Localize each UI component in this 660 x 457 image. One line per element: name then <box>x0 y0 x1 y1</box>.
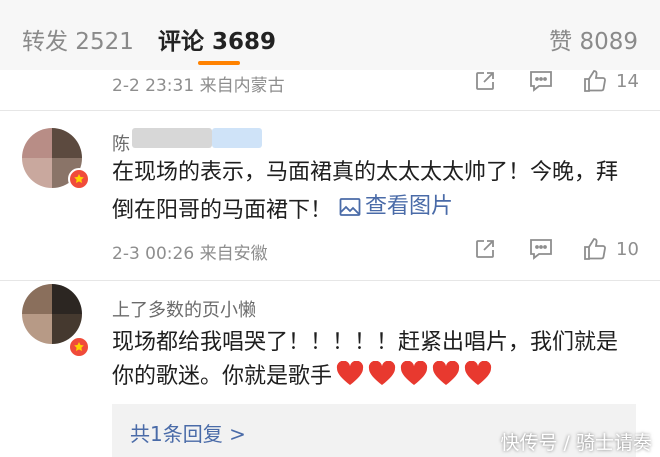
share-button[interactable] <box>473 235 497 263</box>
comment-button[interactable] <box>528 235 554 263</box>
view-image-link[interactable]: 查看图片 <box>339 190 453 224</box>
heart-emoji <box>368 360 396 398</box>
like-button[interactable]: 10 <box>582 235 639 263</box>
comment-time-location: 2-2 23:31 来自内蒙古 <box>112 76 285 96</box>
like-icon <box>584 238 606 260</box>
view-replies-link[interactable]: 共1条回复 > <box>130 418 246 447</box>
heart-emoji <box>432 360 460 398</box>
like-count: 10 <box>616 238 639 260</box>
comment-button[interactable] <box>528 67 554 95</box>
image-icon <box>339 198 361 216</box>
active-tab-indicator <box>198 61 240 65</box>
comment-body: 现场都给我唱哭了！！！！！赶紧出唱片，我们就是你的歌迷。你就是歌手 <box>112 330 619 389</box>
comment-tabs-bar: 转发 2521 评论 3689 赞 8089 <box>0 0 660 70</box>
verified-badge-icon <box>68 168 90 190</box>
heart-emoji <box>464 360 492 398</box>
blurred-username-mask <box>132 128 212 148</box>
heart-emoji <box>400 360 428 398</box>
tab-comment[interactable]: 评论 3689 <box>158 22 276 56</box>
share-icon <box>476 240 494 258</box>
share-icon <box>476 72 494 90</box>
share-button[interactable] <box>473 67 497 95</box>
tab-like[interactable]: 赞 8089 <box>549 22 638 56</box>
blurred-badge-mask <box>212 128 262 148</box>
comment-icon <box>530 71 552 92</box>
comment-icon <box>530 239 552 260</box>
verified-badge-icon <box>68 336 90 358</box>
comment-time-location: 2-3 00:26 来自安徽 <box>112 244 268 264</box>
comment-text: 现场都给我唱哭了！！！！！赶紧出唱片，我们就是你的歌迷。你就是歌手 <box>112 326 632 398</box>
divider <box>0 110 660 111</box>
comment-meta-row: 2-2 23:31 来自内蒙古 14 <box>112 67 642 96</box>
watermark: 快传号 / 骑士请奏 <box>500 432 652 454</box>
divider <box>0 280 660 281</box>
view-image-label: 查看图片 <box>365 194 454 219</box>
comment-meta-row: 2-3 00:26 来自安徽 10 <box>112 235 642 264</box>
like-icon <box>584 70 606 92</box>
comment-text: 在现场的表示，马面裙真的太太太太帅了！今晚，拜倒在阳哥的马面裙下！ 查看图片 <box>112 156 632 228</box>
comment-username[interactable]: 上了多数的页小懒_ <box>112 296 265 318</box>
avatar[interactable] <box>22 284 82 344</box>
like-count: 14 <box>616 70 639 92</box>
like-button[interactable]: 14 <box>582 67 639 95</box>
tab-repost[interactable]: 转发 2521 <box>22 22 134 56</box>
heart-emoji <box>336 360 364 398</box>
